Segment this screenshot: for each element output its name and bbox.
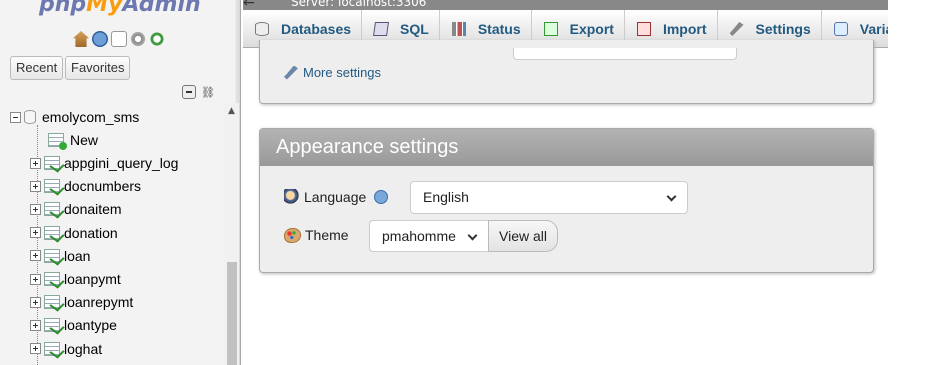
appearance-settings-title: Appearance settings	[260, 129, 873, 166]
language-label: Language	[304, 189, 367, 205]
expand-icon[interactable]	[30, 203, 41, 215]
tab-label: Settings	[755, 21, 811, 37]
logo-text-php: php	[39, 0, 87, 17]
tree-table-item[interactable]: loan	[30, 245, 90, 267]
wrench-icon	[284, 65, 298, 80]
expand-icon[interactable]	[30, 296, 41, 308]
table-icon	[44, 318, 60, 333]
table-name: loan	[64, 247, 91, 264]
settings-input-partial[interactable]	[513, 48, 737, 60]
database-icon: database-icon	[255, 22, 269, 36]
table-icon	[44, 225, 60, 240]
general-settings-panel: More settings	[259, 40, 874, 104]
expand-icon[interactable]	[30, 227, 41, 239]
table-name: appgini_query_log	[64, 155, 179, 171]
export-icon: export-icon	[543, 22, 558, 36]
variables-icon: variables-icon	[833, 22, 848, 36]
tree-table-item[interactable]: loghat	[30, 338, 102, 360]
theme-select[interactable]: pmahomme	[369, 220, 489, 252]
theme-value: pmahomme	[382, 228, 456, 244]
tree-table-item[interactable]: loantype	[30, 314, 117, 336]
collapse-all-icon[interactable]	[182, 85, 196, 99]
language-select[interactable]: English	[410, 181, 688, 214]
logo-text-my: My	[86, 0, 123, 17]
server-breadcrumb[interactable]: Server: localhost:3306	[243, 0, 888, 10]
view-all-button[interactable]: View all	[488, 220, 558, 252]
documentation-icon[interactable]	[111, 31, 127, 47]
home-icon[interactable]	[73, 31, 89, 47]
phpmyadmin-logo[interactable]: phpMyAdmin	[39, 0, 201, 17]
status-icon: status-icon	[451, 22, 466, 36]
table-name: loanrepymt	[64, 294, 134, 311]
database-icon	[24, 110, 36, 124]
wrench-icon: wrench-icon	[729, 22, 744, 36]
table-icon	[44, 156, 60, 170]
table-name: loghat	[64, 340, 103, 357]
palette-icon	[284, 227, 301, 243]
tree-database[interactable]: emolycom_sms	[10, 106, 139, 128]
favorites-button[interactable]: Favorites	[65, 56, 131, 80]
appearance-settings-panel: Appearance settings Language English The…	[259, 128, 874, 273]
tab-label: Status	[477, 21, 521, 37]
database-name: emolycom_sms	[42, 109, 140, 125]
tab-label: Variable	[859, 21, 888, 37]
table-name: donaitem	[64, 201, 122, 218]
language-icon	[284, 189, 300, 205]
expand-icon[interactable]	[30, 250, 41, 262]
navigation-panel: phpMyAdmin Recent Favorites ⛓ emolycom_s…	[0, 0, 241, 365]
theme-label: Theme	[305, 227, 349, 243]
scrollbar-thumb[interactable]	[227, 262, 237, 365]
table-icon	[44, 179, 60, 194]
chevron-down-icon	[467, 230, 478, 241]
theme-row: Theme	[284, 227, 349, 243]
help-icon[interactable]	[92, 31, 108, 47]
import-icon: import-icon	[636, 22, 651, 36]
new-table-icon	[48, 133, 67, 150]
tree-table-item[interactable]: donation	[30, 222, 118, 244]
reload-icon[interactable]	[149, 31, 165, 47]
collapse-icon[interactable]	[10, 111, 21, 123]
expand-icon[interactable]	[30, 343, 41, 355]
expand-icon[interactable]	[30, 157, 41, 169]
table-icon	[44, 295, 60, 310]
help-icon[interactable]	[374, 190, 389, 204]
expand-icon[interactable]	[30, 273, 41, 285]
gear-icon[interactable]	[130, 31, 146, 47]
tree-table-item[interactable]: appgini_query_log	[30, 152, 178, 174]
tree-table-item[interactable]: docnumbers	[30, 175, 141, 197]
chevron-down-icon	[666, 191, 677, 202]
tree-table-item[interactable]: loanpymt	[30, 268, 121, 290]
table-icon	[44, 248, 60, 263]
table-icon	[44, 272, 60, 286]
recent-button[interactable]: Recent	[10, 56, 64, 80]
logo-text-admin: Admin	[122, 0, 201, 17]
link-with-main-icon[interactable]: ⛓	[201, 86, 217, 99]
expand-icon[interactable]	[30, 319, 41, 331]
tab-label: SQL	[400, 21, 429, 37]
tree-table-item[interactable]: donaitem	[30, 198, 122, 220]
table-icon	[44, 202, 60, 217]
table-name: donation	[64, 224, 118, 241]
language-value: English	[423, 189, 469, 205]
tab-label: Export	[569, 21, 614, 37]
table-icon	[44, 341, 60, 356]
tree-new-table[interactable]: New	[48, 129, 98, 151]
table-name: loantype	[64, 317, 117, 334]
more-settings-label: More settings	[303, 65, 382, 80]
more-settings-link[interactable]: More settings	[284, 65, 381, 80]
table-name: docnumbers	[64, 178, 142, 195]
tree-table-item[interactable]: loanrepymt	[30, 291, 133, 313]
expand-icon[interactable]	[30, 180, 41, 192]
tab-label: Databases	[281, 21, 352, 37]
table-name: loanpymt	[64, 271, 121, 287]
new-label: New	[70, 132, 99, 148]
scroll-up-arrow[interactable]: ▲	[224, 103, 239, 120]
language-row: Language	[284, 189, 389, 205]
tab-label: Import	[662, 21, 707, 37]
nav-icon-bar	[73, 31, 165, 47]
sql-icon: sql-icon	[373, 22, 390, 36]
